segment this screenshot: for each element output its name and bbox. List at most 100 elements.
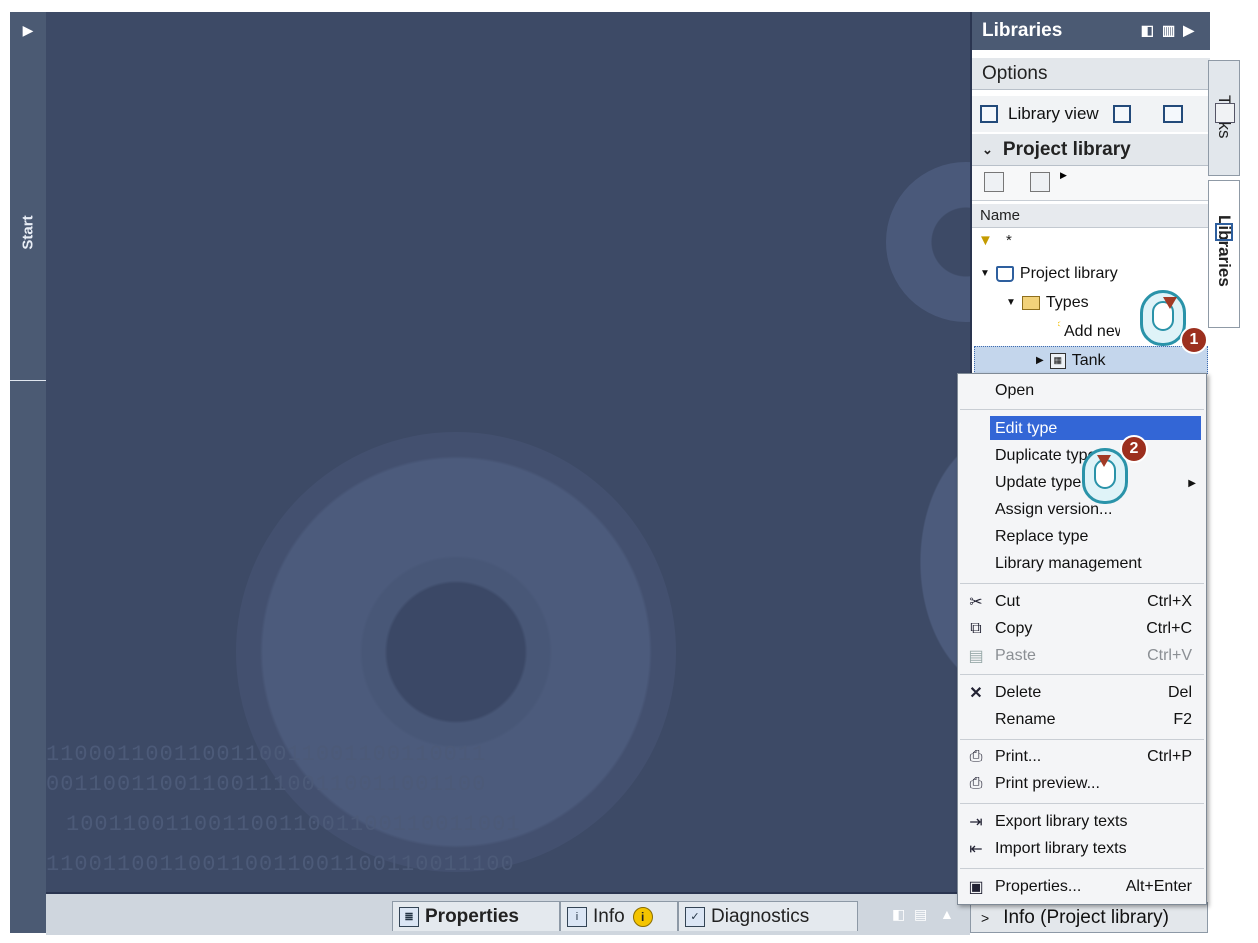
menu-item-print[interactable]: ⎙ Print... Ctrl+P [958, 744, 1206, 770]
menu-shortcut: F2 [1173, 711, 1192, 728]
binary-pattern: 0011001100110011100110011001100 [46, 772, 487, 797]
type-icon: ▦ [1049, 352, 1066, 369]
filter-text: * [1006, 232, 1012, 249]
library-view-arrow-icon[interactable] [980, 105, 998, 123]
menu-separator [960, 674, 1204, 675]
start-label: Start [19, 214, 37, 250]
expanded-triangle-icon[interactable]: ▼ [980, 268, 990, 279]
tab-diagnostics[interactable]: ✓ Diagnostics [678, 901, 858, 931]
name-column-header[interactable]: Name [972, 204, 1210, 228]
tab-diagnostics-label: Diagnostics [711, 905, 810, 927]
tab-properties[interactable]: ≣ Properties [392, 901, 560, 931]
expanded-triangle-icon[interactable]: ▼ [1006, 297, 1016, 308]
menu-item-delete[interactable]: ✕ Delete Del [958, 680, 1206, 706]
tree-label: Project library [1019, 264, 1118, 282]
menu-item-edit-type[interactable]: Edit type [958, 416, 1206, 442]
tree-item-tank[interactable]: ▶ ▦ Tank [1036, 347, 1106, 374]
library-view-label[interactable]: Library view [1008, 104, 1099, 124]
menu-item-label: Edit type [995, 420, 1058, 437]
menu-item-copy[interactable]: ⧉ Copy Ctrl+C [958, 616, 1206, 642]
tab-tasks[interactable]: Tasks [1208, 60, 1240, 176]
menu-shortcut: Ctrl+V [1147, 647, 1192, 664]
tab-info-label: Info [593, 905, 625, 927]
menu-shortcut: Alt+Enter [1125, 878, 1192, 895]
menu-shortcut: Ctrl+P [1147, 748, 1192, 765]
filter-row[interactable]: ▼ * [972, 230, 1210, 254]
project-library-section[interactable]: ⌄ Project library [972, 134, 1210, 166]
print-icon: ⎙ [969, 748, 983, 765]
binary-pattern: 110011001100110011001100110011100 [46, 852, 515, 877]
options-label: Options [982, 62, 1048, 84]
small-gear-graphic [886, 162, 970, 322]
info-badge-icon: i [632, 906, 653, 927]
menu-item-label: Open [995, 382, 1035, 399]
library-view-row: Library view [972, 96, 1210, 132]
menu-item-label: Delete [995, 684, 1042, 701]
maximize-window-icon[interactable]: ▤ [914, 906, 927, 923]
menu-item-cut[interactable]: ✂ Cut Ctrl+X [958, 589, 1206, 615]
export-icon: ⇥ [969, 814, 983, 831]
panel-window-controls[interactable]: ◧▥▶ [1141, 22, 1202, 39]
click-indicator [1163, 297, 1177, 309]
float-window-icon[interactable]: ◧ [892, 906, 905, 923]
menu-separator [960, 803, 1204, 804]
step-badge-1: 1 [1180, 326, 1208, 354]
menu-item-label: Paste [995, 647, 1036, 664]
start-bar: ▶ Start [10, 12, 46, 933]
filter-icon[interactable]: ▼ [978, 232, 993, 249]
libraries-title: Libraries [982, 20, 1063, 41]
menu-item-library-management[interactable]: Library management [958, 551, 1206, 577]
large-gear-graphic [236, 432, 676, 872]
menu-item-label: Print preview... [995, 775, 1100, 792]
details-view-icon[interactable] [1030, 172, 1050, 192]
menu-separator [960, 739, 1204, 740]
info-project-library-section[interactable]: > Info (Project library) [970, 902, 1208, 933]
options-section[interactable]: Options [972, 58, 1210, 90]
chevron-right-icon[interactable]: > [981, 910, 989, 926]
menu-item-label: Update type [995, 474, 1082, 491]
start-tab[interactable]: Start [10, 172, 46, 292]
menu-item-rename[interactable]: Rename F2 [958, 707, 1206, 733]
menu-item-paste[interactable]: ▤ Paste Ctrl+V [958, 643, 1206, 669]
tree-label: Types [1045, 293, 1089, 311]
paste-icon: ▤ [968, 648, 984, 665]
scissors-icon: ✂ [969, 594, 983, 611]
project-library-header: Project library [1002, 138, 1131, 160]
menu-item-replace-type[interactable]: Replace type [958, 524, 1206, 550]
tree-item-add-new-type[interactable]: Add new type [1058, 318, 1120, 345]
copy-icon: ⧉ [970, 620, 982, 637]
toolbar-more-icon[interactable]: ▶ [1060, 170, 1067, 181]
step-number: 1 [1189, 331, 1199, 348]
expand-start-button[interactable]: ▶ [10, 12, 46, 48]
inspector-tab-strip: ≣ Properties i Info i ✓ Diagnostics ◧ ▤ … [46, 892, 970, 935]
properties-icon: ▣ [968, 879, 984, 896]
menu-item-label: Copy [995, 620, 1033, 637]
library-layout-icon[interactable] [1162, 105, 1183, 123]
tree-item-types[interactable]: ▼ Types [1006, 289, 1089, 316]
collapsed-triangle-icon[interactable]: ▶ [1036, 355, 1044, 366]
menu-item-label: Cut [995, 593, 1020, 610]
tree-label: Tank [1071, 351, 1106, 369]
tree-item-project-library[interactable]: ▼ Project library [980, 260, 1118, 287]
menu-item-label: Export library texts [995, 813, 1128, 830]
step-badge-2: 2 [1120, 435, 1148, 463]
menu-item-print-preview[interactable]: ⎙ Print preview... [958, 771, 1206, 797]
tab-info[interactable]: i Info i [560, 901, 678, 931]
menu-item-properties[interactable]: ▣ Properties... Alt+Enter [958, 874, 1206, 900]
name-column-label: Name [980, 207, 1021, 224]
menu-item-label: Import library texts [995, 840, 1127, 857]
step-number: 2 [1129, 440, 1139, 457]
collapse-up-icon[interactable]: ▲ [940, 906, 954, 922]
delete-icon: ✕ [969, 685, 983, 702]
menu-item-open[interactable]: Open [958, 378, 1206, 404]
chevron-down-icon[interactable]: ⌄ [982, 142, 993, 158]
tab-libraries[interactable]: Libraries [1208, 180, 1240, 328]
libraries-book-icon [1215, 223, 1233, 241]
library-options-icon[interactable] [984, 172, 1004, 192]
menu-item-assign-version[interactable]: Assign version... [958, 497, 1206, 523]
portal-background: 1100011001100110011001100110011 00110011… [46, 12, 970, 892]
submenu-arrow-icon: ▶ [1188, 477, 1196, 489]
menu-item-import-library-texts[interactable]: ⇤ Import library texts [958, 836, 1206, 862]
menu-item-export-library-texts[interactable]: ⇥ Export library texts [958, 809, 1206, 835]
library-open-icon[interactable] [1112, 105, 1131, 123]
